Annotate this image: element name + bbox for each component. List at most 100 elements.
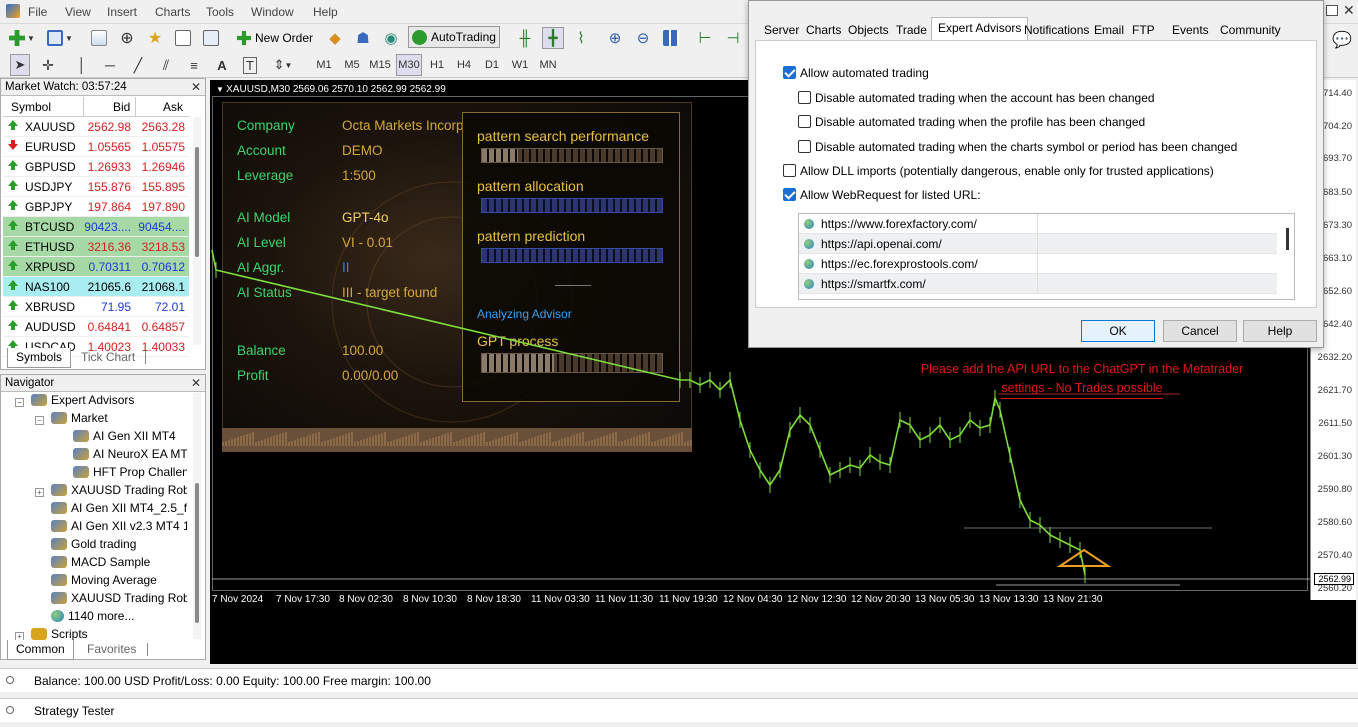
ok-button[interactable]: OK [1081,320,1155,342]
market-watch-scrollbar[interactable] [193,117,201,345]
help-button[interactable]: Help [1243,320,1317,342]
market-watch-row[interactable]: AUDUSD 0.64841 0.64857 [3,317,189,337]
dialog-tab-ftp[interactable]: FTP [1125,19,1162,41]
dialog-tab-events[interactable]: Events [1165,19,1216,41]
nav-market[interactable]: Market [51,411,108,429]
signals-button[interactable]: ◉ [380,27,402,49]
nav-moving-average[interactable]: Moving Average [51,573,157,591]
vertical-line-button[interactable]: │ [72,54,92,76]
tab-symbols[interactable]: Symbols [7,348,72,368]
tab-favorites[interactable]: Favorites [79,640,144,660]
zoom-out-button[interactable]: ⊖ [632,27,654,49]
dialog-tab-notifications[interactable]: Notifications [1017,19,1096,41]
expand-icon[interactable]: + [35,488,44,497]
arrows-button[interactable]: ⇕ ▼ [268,54,298,76]
market-watch-button[interactable] [88,27,110,49]
fibonacci-button[interactable]: ≡ [184,54,204,76]
tf-m1[interactable]: M1 [312,54,336,76]
dialog-tab-trade[interactable]: Trade [889,19,934,41]
checkbox-icon[interactable] [798,140,811,153]
bar-chart-button[interactable]: ╫ [514,27,536,49]
trendline-button[interactable]: ╱ [128,54,148,76]
nav-ai-gen-fix[interactable]: AI Gen XII MT4_2.5_fix [51,501,187,519]
app-icon[interactable] [6,4,20,18]
nav-macd-sample[interactable]: MACD Sample [51,555,150,573]
autoscroll-button[interactable]: ⊣ [722,27,744,49]
menu-file[interactable]: File [28,5,47,19]
tf-w1[interactable]: W1 [508,54,532,76]
col-ask[interactable]: Ask [163,100,183,114]
text-button[interactable]: A [212,54,232,76]
nav-ai-gen-v23[interactable]: AI Gen XII v2.3 MT4 14 [51,519,187,537]
url-row[interactable]: https://ec.forexprostools.com/ [799,254,1277,274]
market-watch-row[interactable]: EURUSD 1.05565 1.05575 [3,137,189,157]
tf-d1[interactable]: D1 [480,54,504,76]
dialog-tab-expert-advisors[interactable]: Expert Advisors [931,17,1029,41]
tf-m5[interactable]: M5 [340,54,364,76]
market-watch-row[interactable]: BTCUSD 90423.... 90454.... [3,217,189,237]
option-checkbox[interactable]: Disable automated trading when the chart… [798,140,1237,154]
option-checkbox[interactable]: Allow DLL imports (potentially dangerous… [783,164,1214,178]
navigator-scrollbar[interactable] [193,393,201,639]
menu-insert[interactable]: Insert [107,5,137,19]
url-list-scrollbar[interactable] [1281,214,1294,299]
nav-ai-neurox[interactable]: AI NeuroX EA MT4 [73,447,187,465]
nav-xauusd-robot-2[interactable]: XAUUSD Trading Robot [51,591,187,609]
data-window-button[interactable]: ☗ [352,27,374,49]
dialog-tab-objects[interactable]: Objects [841,19,896,41]
checkbox-icon[interactable] [798,91,811,104]
url-row[interactable]: https://api.openai.com/ [799,234,1277,254]
tf-h1[interactable]: H1 [425,54,449,76]
url-row[interactable]: https://www.forexfactory.com/ [799,214,1277,234]
nav-gold-trading[interactable]: Gold trading [51,537,136,555]
col-symbol[interactable]: Symbol [11,100,51,114]
checkbox-icon[interactable] [783,66,796,79]
line-chart-button[interactable]: ⌇ [570,27,592,49]
nav-expert-advisors[interactable]: Expert Advisors [31,393,134,411]
option-checkbox[interactable]: Allow automated trading [783,66,929,80]
menu-window[interactable]: Window [251,5,294,19]
text-label-button[interactable]: T [240,54,260,76]
pin-icon[interactable] [6,706,14,714]
channel-button[interactable]: ⫽ [156,54,176,76]
col-bid[interactable]: Bid [113,100,130,114]
market-watch-row[interactable]: XBRUSD 71.95 72.01 [3,297,189,317]
market-watch-row[interactable]: ETHUSD 3216.36 3218.53 [3,237,189,257]
cancel-button[interactable]: Cancel [1163,320,1237,342]
tf-mn[interactable]: MN [535,54,561,76]
url-row[interactable]: https://smartfx.com/ [799,274,1277,294]
new-order-button[interactable]: New Order [236,27,318,49]
autotrading-button[interactable]: AutoTrading [408,26,500,48]
terminal-button[interactable] [200,27,222,49]
pin-icon[interactable] [6,676,14,684]
crosshair-toolbar-button[interactable]: ⊕ [116,27,138,49]
url-list[interactable]: https://www.forexfactory.com/https://api… [798,213,1295,300]
tab-common[interactable]: Common [7,640,74,660]
navigator-button[interactable] [172,27,194,49]
new-chart-button[interactable]: ▼ [6,27,38,49]
menu-tools[interactable]: Tools [206,5,234,19]
chat-icon[interactable]: 💬 [1332,30,1352,50]
checkbox-icon[interactable] [783,188,796,201]
close-icon[interactable]: ✕ [191,376,201,390]
horizontal-line-button[interactable]: ─ [100,54,120,76]
option-checkbox[interactable]: Allow WebRequest for listed URL: [783,188,981,202]
chart-shift-button[interactable]: ⊢ [694,27,716,49]
tf-m30[interactable]: M30 [396,54,422,76]
menu-charts[interactable]: Charts [155,5,190,19]
candlestick-button[interactable]: ╋ [542,27,564,49]
window-restore-button[interactable] [1326,5,1338,16]
market-watch-row[interactable]: GBPJPY 197.864 197.890 [3,197,189,217]
nav-hft-prop[interactable]: HFT Prop Challenge [73,465,187,483]
profiles-button[interactable]: ▼ [44,27,76,49]
market-watch-row[interactable]: NAS100 21065.6 21068.1 [3,277,189,297]
checkbox-icon[interactable] [798,115,811,128]
collapse-icon[interactable]: − [15,398,24,407]
option-checkbox[interactable]: Disable automated trading when the profi… [798,115,1145,129]
zoom-in-button[interactable]: ⊕ [604,27,626,49]
tile-windows-button[interactable] [660,27,682,49]
menu-help[interactable]: Help [313,5,338,19]
cursor-button[interactable]: ➤ [10,54,30,76]
tf-h4[interactable]: H4 [452,54,476,76]
checkbox-icon[interactable] [783,164,796,177]
